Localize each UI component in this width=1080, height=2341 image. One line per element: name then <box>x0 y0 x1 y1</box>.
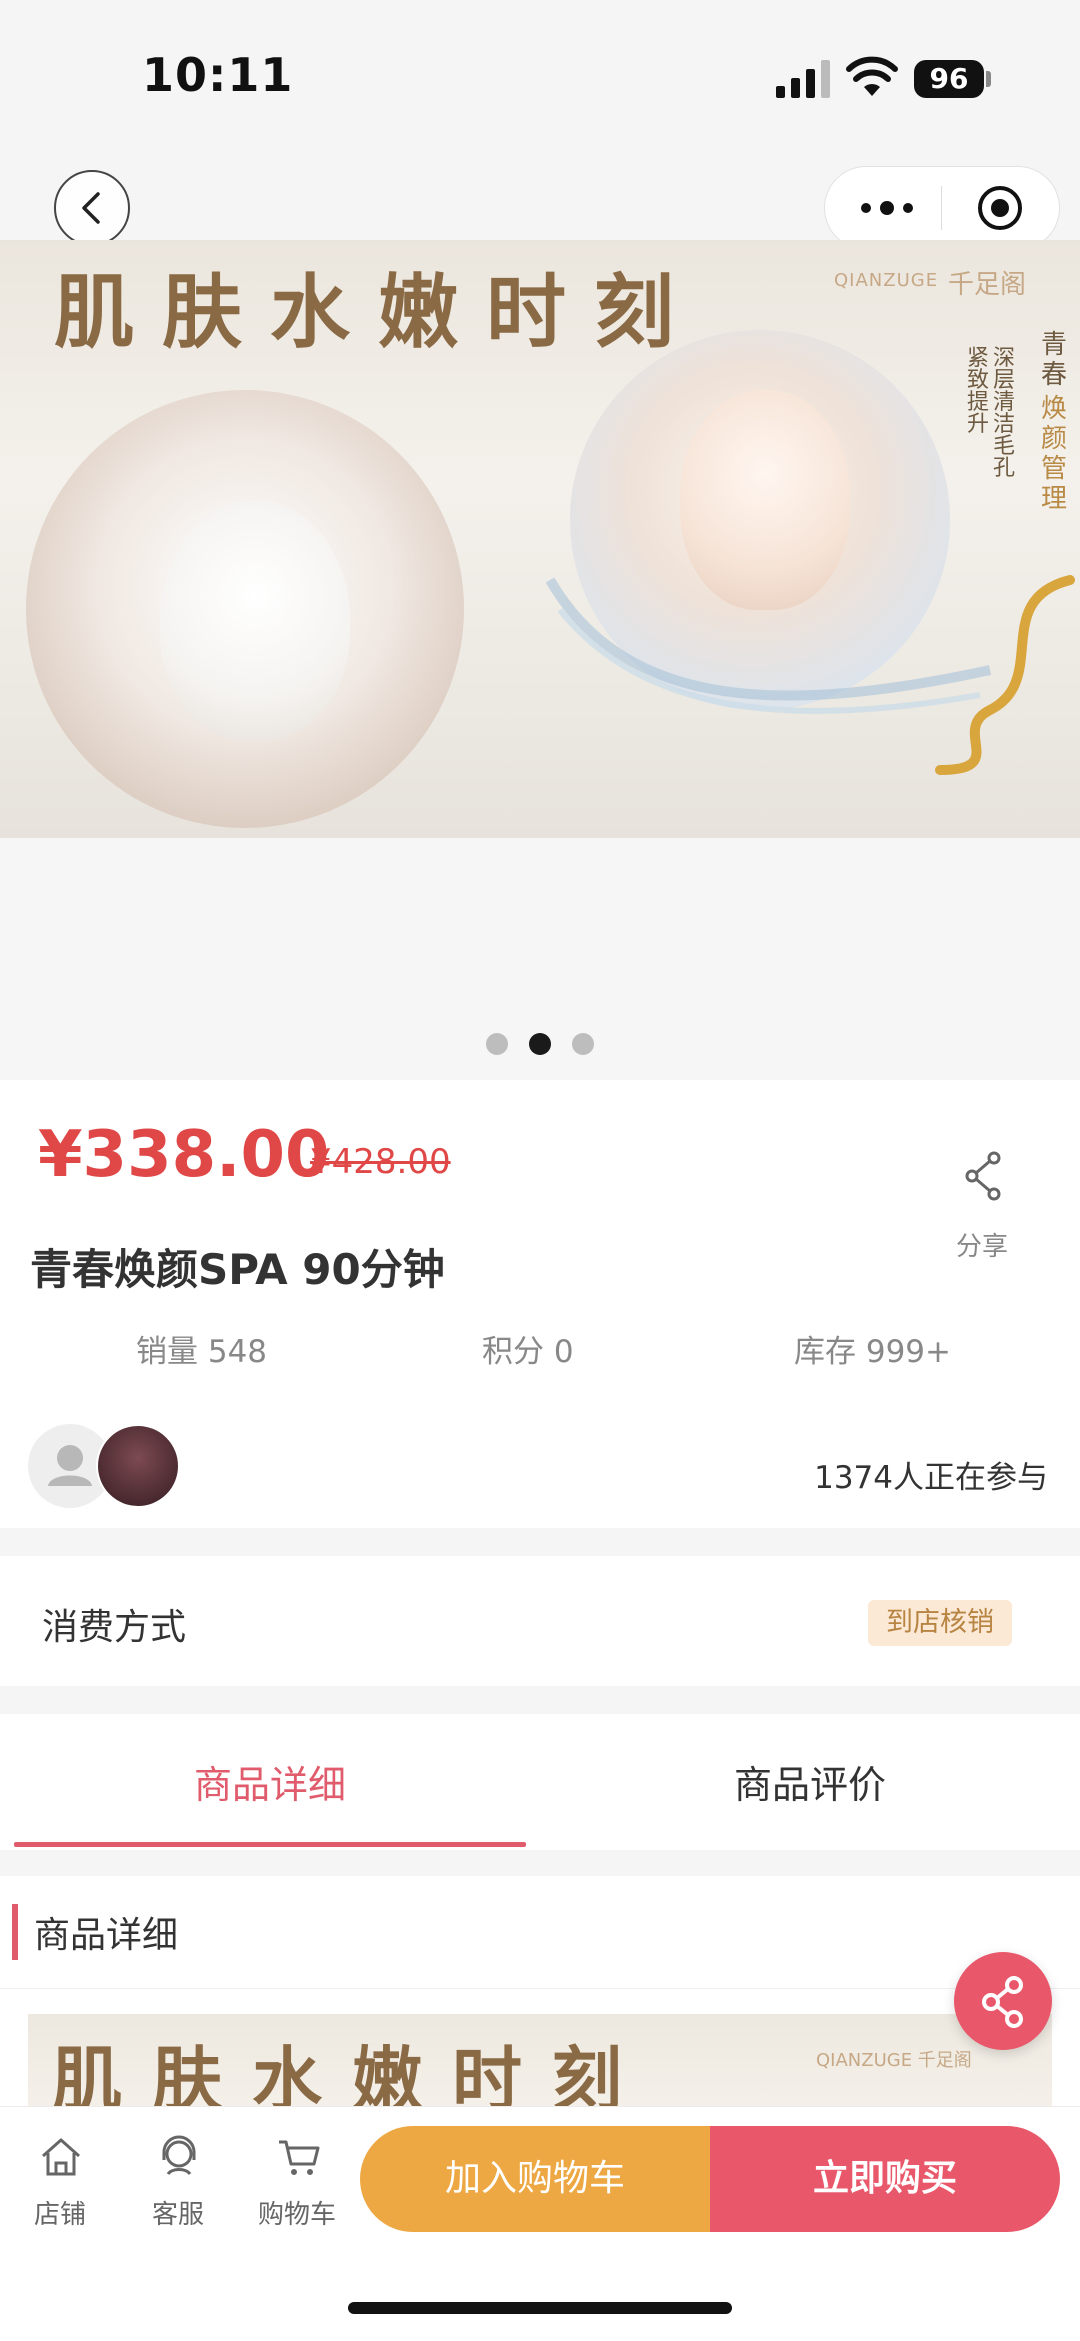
customer-service-icon[interactable] <box>156 2134 202 2180</box>
tab-product-reviews[interactable]: 商品评价 <box>734 1754 886 1809</box>
buy-now-button[interactable]: 立即购买 <box>710 2126 1060 2232</box>
banner-title: 肌肤水嫩时刻 <box>54 265 702 359</box>
status-time: 10:11 <box>142 48 294 102</box>
divider <box>0 1988 1080 1989</box>
share-label[interactable]: 分享 <box>956 1226 1008 1263</box>
cart-icon[interactable] <box>276 2134 322 2180</box>
banner-side-text-2: 紧致提升 <box>966 346 989 437</box>
store-label[interactable]: 店铺 <box>34 2194 86 2231</box>
share-icon[interactable] <box>962 1150 1006 1202</box>
store-icon[interactable] <box>38 2134 84 2180</box>
tab-product-detail[interactable]: 商品详细 <box>194 1754 346 1809</box>
add-to-cart-button[interactable]: 加入购物车 <box>360 2126 710 2232</box>
banner-side-text-gold: 焕颜管理 <box>1040 394 1067 514</box>
share-icon <box>982 1976 1023 2028</box>
consumption-method-label: 消费方式 <box>42 1607 187 1648</box>
points-value: 积分 0 <box>482 1334 574 1370</box>
stock-count: 库存 999+ <box>794 1334 951 1370</box>
banner-side-text-1: 深层清洁毛孔 <box>992 346 1015 481</box>
carousel-dot-1[interactable] <box>486 1033 508 1055</box>
tab-active-indicator <box>14 1842 526 1847</box>
battery-indicator: 96 <box>914 60 984 98</box>
carousel-dot-2[interactable] <box>529 1033 551 1055</box>
avatar <box>96 1424 180 1508</box>
wifi-icon <box>846 56 898 96</box>
customer-service-label[interactable]: 客服 <box>152 2194 204 2231</box>
current-price: ¥338.00 <box>38 1118 330 1192</box>
banner-brand-en: QIANZUGE <box>834 270 939 291</box>
original-price: ¥428.00 <box>310 1142 451 1182</box>
banner-brand-cn: 千足阁 <box>948 270 1027 300</box>
detail-banner-brand: QIANZUGE 千足阁 <box>816 2050 972 2071</box>
floating-share-button[interactable] <box>954 1952 1052 2050</box>
battery-tip <box>986 71 991 87</box>
product-title: 青春焕颜SPA 90分钟 <box>30 1245 445 1294</box>
banner-masked-face <box>160 500 350 740</box>
sales-count: 销量 548 <box>136 1334 268 1370</box>
participants-count: 1374人正在参与 <box>814 1460 1048 1496</box>
banner-gold-ribbon <box>935 575 1075 775</box>
detail-heading: 商品详细 <box>34 1915 179 1956</box>
section-accent-bar <box>12 1904 18 1960</box>
close-target-icon[interactable] <box>976 184 1024 232</box>
back-button[interactable] <box>54 170 130 246</box>
chevron-left-icon <box>82 192 100 224</box>
banner-side-text-gold-top: 青春 <box>1040 330 1067 390</box>
home-indicator[interactable] <box>348 2302 732 2314</box>
cellular-signal-icon <box>776 60 830 98</box>
capsule-divider <box>941 186 942 230</box>
product-banner[interactable]: 肌肤水嫩时刻 QIANZUGE 千足阁 深层清洁毛孔 紧致提升 青春 焕颜管理 <box>0 240 1080 838</box>
carousel-dot-3[interactable] <box>572 1033 594 1055</box>
more-icon[interactable] <box>858 196 916 220</box>
consumption-method-badge: 到店核销 <box>868 1600 1012 1646</box>
cart-label[interactable]: 购物车 <box>258 2194 336 2231</box>
tab-bar <box>0 1714 1080 1850</box>
